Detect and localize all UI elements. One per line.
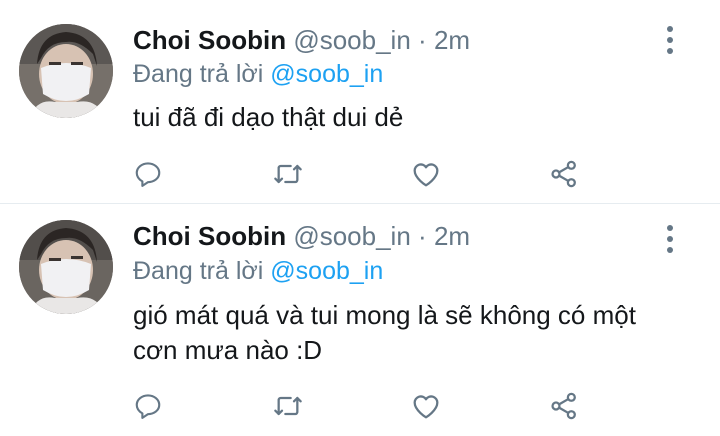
reply-button[interactable] <box>128 154 168 194</box>
more-dot <box>667 37 673 43</box>
author-handle[interactable]: @soob_in <box>293 25 410 55</box>
tweet-actions <box>0 386 720 426</box>
heart-icon <box>413 163 439 187</box>
more-dot <box>667 48 673 54</box>
tweet-header: Choi Soobin @soob_in · 2m <box>133 219 470 253</box>
replying-to: Đang trả lời @soob_in <box>133 58 383 90</box>
avatar[interactable] <box>19 220 113 314</box>
tweet-text: gió mát quá và tui mong là sẽ không có m… <box>133 300 636 365</box>
retweet-icon <box>274 164 302 184</box>
avatar[interactable] <box>19 24 113 118</box>
retweet-button[interactable] <box>268 386 308 426</box>
more-dot <box>667 236 673 242</box>
share-icon <box>551 160 576 188</box>
author-name[interactable]: Choi Soobin <box>133 221 286 251</box>
like-button[interactable] <box>406 386 446 426</box>
more-options-button[interactable] <box>662 26 678 54</box>
reply-button[interactable] <box>128 386 168 426</box>
reply-prefix: Đang trả lời <box>133 60 264 88</box>
reply-icon <box>135 162 161 187</box>
tweet[interactable]: Choi Soobin @soob_in · 2m Đang trả lời @… <box>0 0 720 204</box>
more-vertical-icon <box>667 225 673 231</box>
timestamp[interactable]: 2m <box>434 25 470 55</box>
separator: · <box>418 25 427 55</box>
share-button[interactable] <box>544 154 584 194</box>
more-options-button[interactable] <box>662 225 678 253</box>
like-button[interactable] <box>406 154 446 194</box>
reply-icon <box>135 394 161 419</box>
author-name[interactable]: Choi Soobin <box>133 25 286 55</box>
tweet-header: Choi Soobin @soob_in · 2m <box>133 23 470 57</box>
share-icon <box>551 392 576 420</box>
reply-mention-link[interactable]: @soob_in <box>270 60 383 88</box>
more-dot <box>667 247 673 253</box>
retweet-icon <box>274 396 302 416</box>
reply-prefix: Đang trả lời <box>133 257 264 285</box>
separator: · <box>418 221 427 251</box>
retweet-button[interactable] <box>268 154 308 194</box>
author-handle[interactable]: @soob_in <box>293 221 410 251</box>
tweet-text: tui đã đi dạo thật dui dẻ <box>133 102 404 132</box>
tweet[interactable]: Choi Soobin @soob_in · 2m Đang trả lời @… <box>0 204 720 436</box>
reply-mention-link[interactable]: @soob_in <box>270 257 383 285</box>
replying-to: Đang trả lời @soob_in <box>133 255 383 287</box>
share-button[interactable] <box>544 386 584 426</box>
timestamp[interactable]: 2m <box>434 221 470 251</box>
tweet-actions <box>0 154 720 194</box>
heart-icon <box>413 395 439 419</box>
more-vertical-icon <box>667 26 673 32</box>
